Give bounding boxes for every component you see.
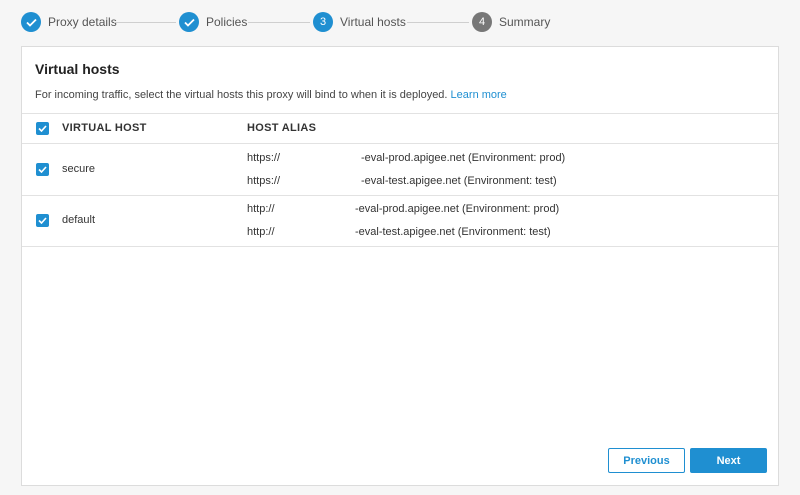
step-label: Virtual hosts <box>340 15 406 29</box>
check-icon <box>21 12 41 32</box>
page-title: Virtual hosts <box>35 61 120 77</box>
next-button[interactable]: Next <box>690 448 767 473</box>
alias-protocol: https:// <box>247 152 281 164</box>
step-connector <box>114 22 176 23</box>
description: For incoming traffic, select the virtual… <box>35 89 507 101</box>
divider <box>22 143 778 144</box>
step-connector <box>248 22 310 23</box>
alias-host: -eval-test.apigee.net (Environment: test… <box>361 175 557 187</box>
check-icon <box>179 12 199 32</box>
row-checkbox-default[interactable] <box>36 214 49 227</box>
step-connector <box>407 22 469 23</box>
host-alias: https:// -eval-test.apigee.net (Environm… <box>247 175 607 189</box>
previous-button[interactable]: Previous <box>608 448 685 473</box>
select-all-checkbox[interactable] <box>36 122 49 135</box>
virtual-hosts-card: Virtual hosts For incoming traffic, sele… <box>21 46 779 486</box>
step-policies[interactable]: Policies <box>179 12 247 32</box>
alias-protocol: http:// <box>247 203 275 215</box>
divider <box>22 246 778 247</box>
step-label: Summary <box>499 15 551 29</box>
column-header-host-alias: HOST ALIAS <box>247 122 317 134</box>
learn-more-link[interactable]: Learn more <box>451 89 507 101</box>
wizard-stepper: Proxy details Policies 3 Virtual hosts 4… <box>0 0 800 45</box>
step-label: Policies <box>206 15 248 29</box>
host-alias: http:// -eval-prod.apigee.net (Environme… <box>247 203 607 217</box>
description-text: For incoming traffic, select the virtual… <box>35 89 448 101</box>
step-summary[interactable]: 4 Summary <box>472 12 550 32</box>
row-checkbox-secure[interactable] <box>36 163 49 176</box>
alias-host: -eval-prod.apigee.net (Environment: prod… <box>355 203 560 215</box>
step-number-badge: 4 <box>472 12 492 32</box>
alias-host: -eval-prod.apigee.net (Environment: prod… <box>361 152 566 164</box>
divider <box>22 113 778 114</box>
divider <box>22 195 778 196</box>
alias-host: -eval-test.apigee.net (Environment: test… <box>355 226 551 238</box>
step-virtual-hosts[interactable]: 3 Virtual hosts <box>313 12 406 32</box>
step-number-badge: 3 <box>313 12 333 32</box>
column-header-virtual-host: VIRTUAL HOST <box>62 122 147 134</box>
step-label: Proxy details <box>48 15 117 29</box>
virtual-host-name: secure <box>62 163 96 175</box>
virtual-host-name: default <box>62 214 96 226</box>
alias-protocol: https:// <box>247 175 281 187</box>
host-alias: http:// -eval-test.apigee.net (Environme… <box>247 226 607 240</box>
host-alias: https:// -eval-prod.apigee.net (Environm… <box>247 152 607 166</box>
alias-protocol: http:// <box>247 226 275 238</box>
step-proxy-details[interactable]: Proxy details <box>21 12 117 32</box>
